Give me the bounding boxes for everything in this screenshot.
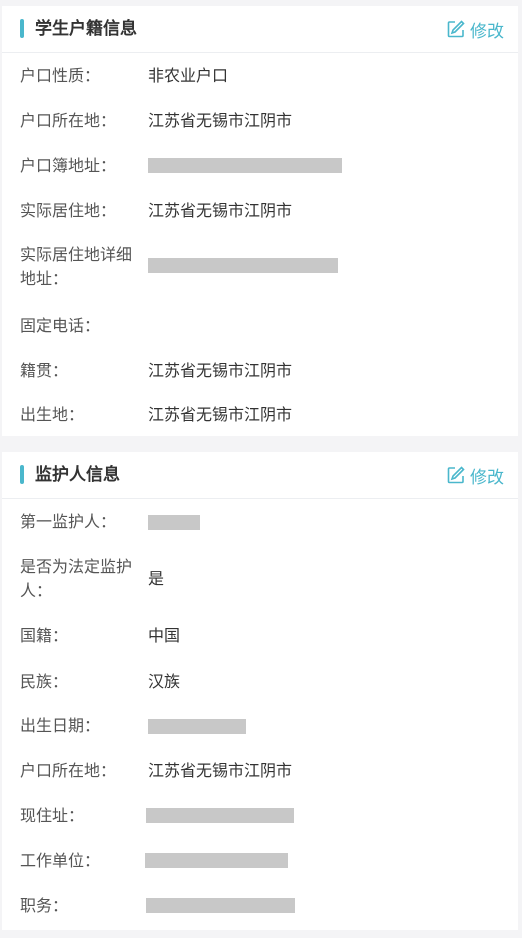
field-value: 江苏省无锡市江阴市 xyxy=(148,761,293,780)
card-header: 学生户籍信息 修改 xyxy=(2,6,518,53)
accent-bar xyxy=(20,465,24,484)
field-value: 江苏省无锡市江阴市 xyxy=(148,111,293,130)
field-value: 是 xyxy=(148,569,165,588)
edit-button[interactable]: 修改 xyxy=(446,17,504,42)
field-label: 户口所在地： xyxy=(20,111,117,130)
field-label: 现住址： xyxy=(20,806,85,825)
field-label: 工作单位： xyxy=(20,851,101,870)
accent-bar xyxy=(20,19,24,38)
edit-label: 修改 xyxy=(470,21,504,42)
redacted-value xyxy=(148,258,338,273)
field-label: 第一监护人： xyxy=(20,512,117,531)
redacted-value xyxy=(146,898,295,913)
edit-label: 修改 xyxy=(470,467,504,488)
redacted-value xyxy=(145,853,288,868)
field-label: 实际居住地： xyxy=(20,201,117,220)
field-value: 江苏省无锡市江阴市 xyxy=(148,405,293,424)
section-title: 学生户籍信息 xyxy=(35,19,137,39)
edit-button[interactable]: 修改 xyxy=(446,463,504,488)
field-label: 国籍： xyxy=(20,626,69,645)
field-label: 职务： xyxy=(20,896,69,915)
field-label: 出生地： xyxy=(20,405,85,424)
guardian-card: 监护人信息 修改 第一监护人： 是否为法定监护人： 是 国籍： 中国 民族： 汉… xyxy=(2,452,518,930)
field-value: 江苏省无锡市江阴市 xyxy=(148,361,293,380)
field-label: 固定电话： xyxy=(20,316,101,335)
redacted-value xyxy=(146,808,294,823)
section-title: 监护人信息 xyxy=(35,465,120,485)
field-value: 中国 xyxy=(148,626,181,645)
field-label: 是否为法定监护人： xyxy=(20,557,133,600)
redacted-value xyxy=(148,719,246,734)
field-value: 江苏省无锡市江阴市 xyxy=(148,201,293,220)
field-label: 户口所在地： xyxy=(20,761,117,780)
field-label: 民族： xyxy=(20,672,69,691)
field-value: 非农业户口 xyxy=(148,66,229,85)
field-label: 户口性质： xyxy=(20,66,101,85)
student-household-card: 学生户籍信息 修改 户口性质： 非农业户口 户口所在地： 江苏省无锡市江阴市 户… xyxy=(2,6,518,436)
field-value: 汉族 xyxy=(148,672,181,691)
edit-icon xyxy=(446,465,466,485)
redacted-value xyxy=(148,515,200,530)
field-label: 出生日期： xyxy=(20,716,101,735)
edit-icon xyxy=(446,19,466,39)
field-label: 户口簿地址： xyxy=(20,156,117,175)
field-label: 籍贯： xyxy=(20,361,69,380)
card-header: 监护人信息 修改 xyxy=(2,452,518,499)
redacted-value xyxy=(148,158,342,173)
field-label: 实际居住地详细地址： xyxy=(20,245,133,288)
